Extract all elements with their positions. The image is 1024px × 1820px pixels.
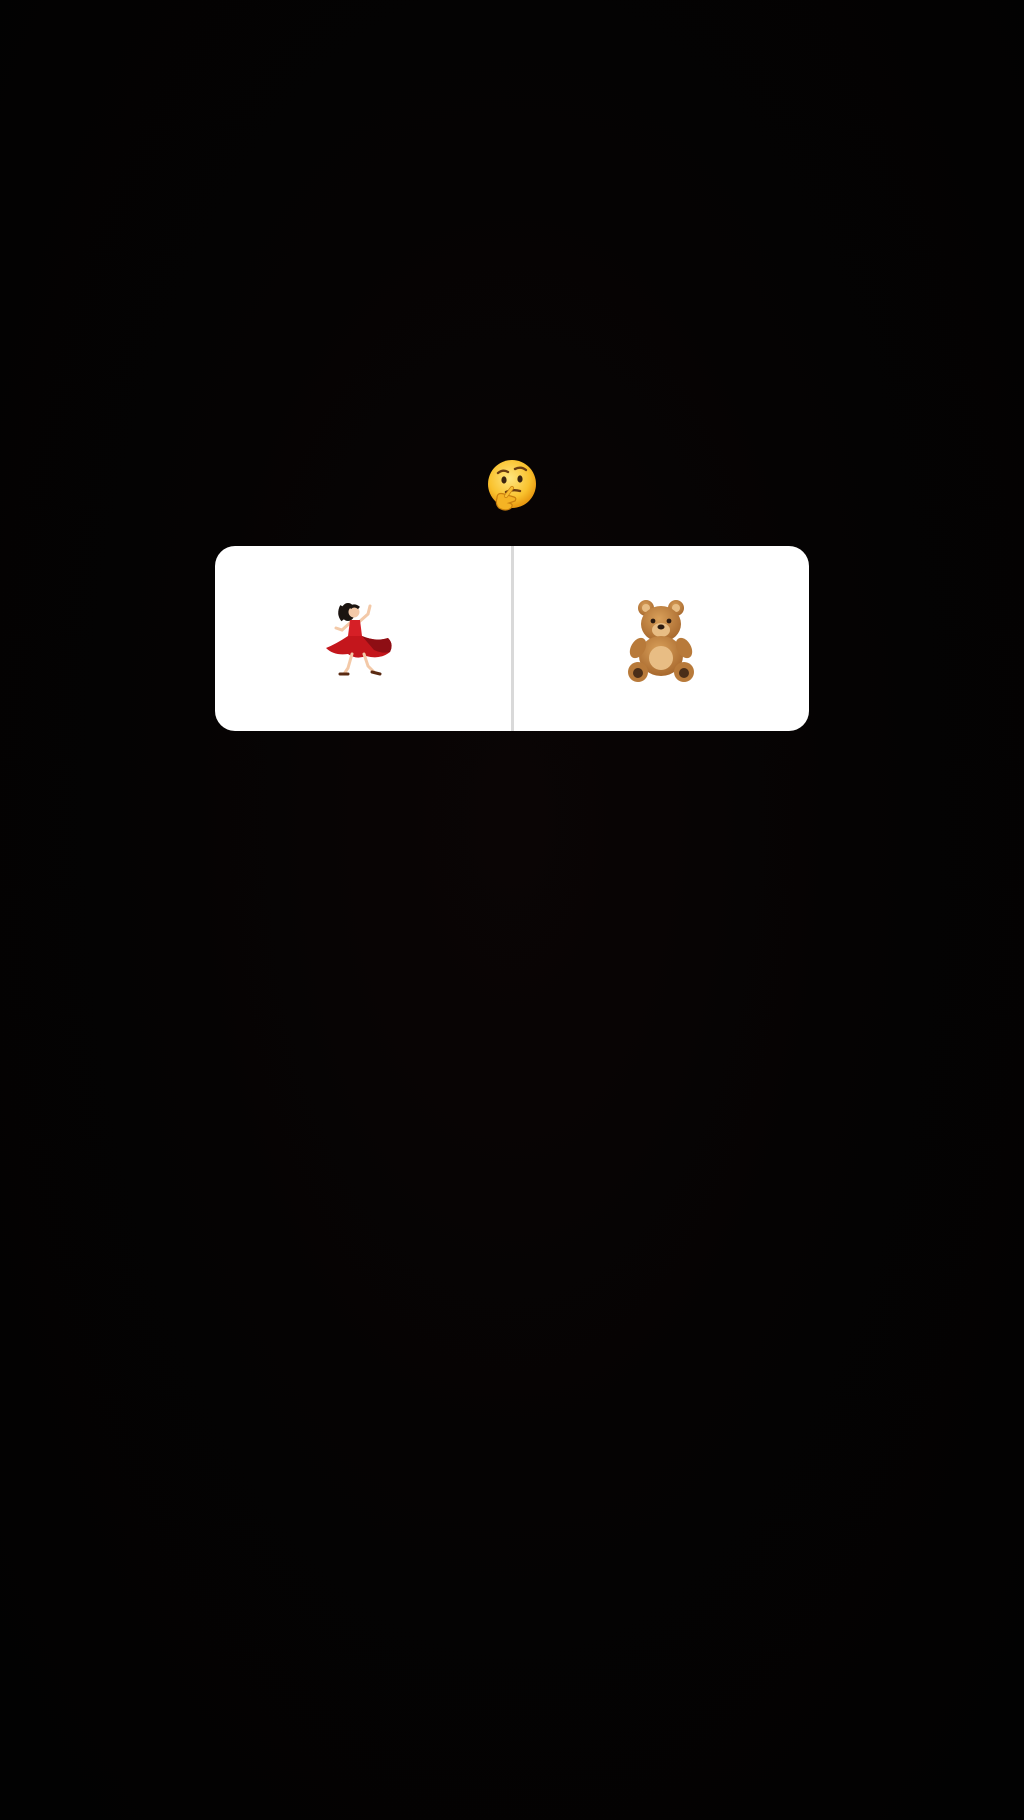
- poll-option-left[interactable]: [215, 546, 511, 731]
- woman-dancing-icon: [318, 594, 408, 684]
- poll-question: [0, 458, 1024, 514]
- poll-option-right[interactable]: [514, 546, 810, 731]
- poll-card: [215, 546, 809, 731]
- story-screen: [0, 0, 1024, 1820]
- thinking-face-icon: [488, 460, 536, 511]
- teddy-bear-icon: [616, 594, 706, 684]
